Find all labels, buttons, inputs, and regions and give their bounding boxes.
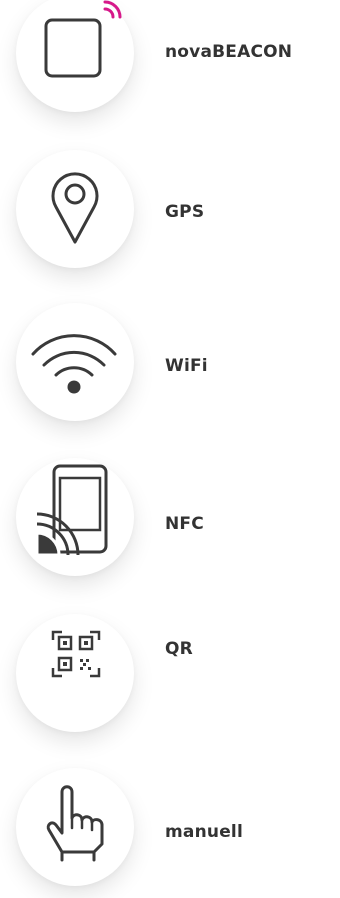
option-novabeacon[interactable]: novaBEACON: [0, 0, 340, 124]
option-label: QR: [165, 639, 193, 659]
qr-icon-circle: [16, 614, 134, 732]
option-label: manuell: [165, 822, 243, 842]
option-qr[interactable]: QR: [0, 614, 340, 744]
option-label: novaBEACON: [165, 42, 293, 62]
option-wifi[interactable]: WiFi: [0, 303, 340, 433]
wifi-icon-circle: [16, 303, 134, 421]
option-label: GPS: [165, 202, 205, 222]
option-gps[interactable]: GPS: [0, 150, 340, 280]
qr-scan-icon: [51, 630, 101, 678]
manuell-icon-circle: [16, 768, 134, 886]
option-label: NFC: [165, 514, 204, 534]
option-manuell[interactable]: manuell: [0, 768, 340, 898]
gps-icon-circle: [16, 150, 134, 268]
wifi-icon: [31, 334, 117, 394]
map-pin-icon: [51, 172, 99, 244]
novabeacon-icon-circle: [16, 0, 134, 112]
nfc-icon-circle: [16, 458, 134, 576]
nfc-phone-icon: [35, 464, 108, 557]
hand-pointer-icon: [46, 785, 104, 862]
option-nfc[interactable]: NFC: [0, 458, 340, 588]
option-label: WiFi: [165, 356, 208, 376]
beacon-icon: [44, 0, 122, 78]
